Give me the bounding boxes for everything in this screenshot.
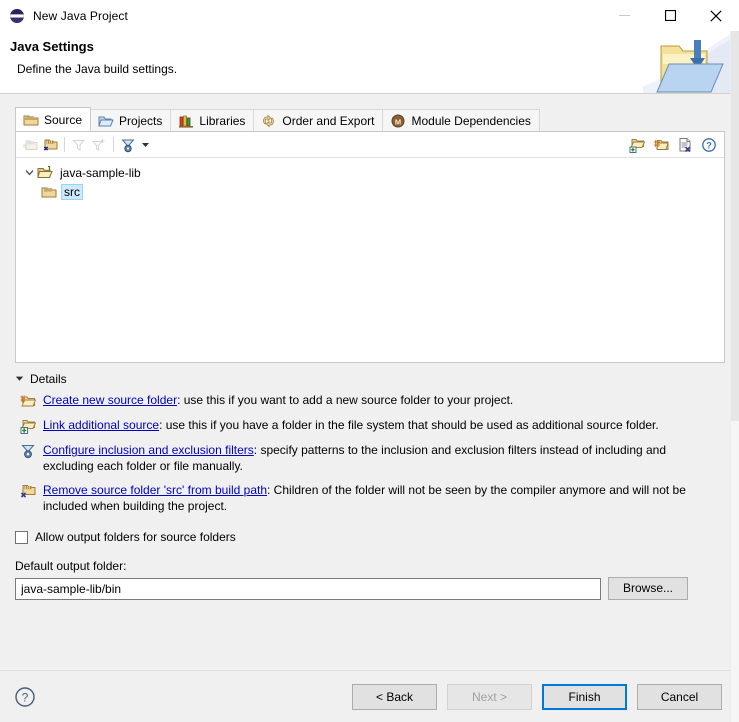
- toolbar-separator: [113, 137, 114, 152]
- remove-source-folder-icon: [20, 483, 36, 499]
- add-source-folder-icon[interactable]: [20, 135, 40, 155]
- configure-filters-icon[interactable]: [118, 135, 138, 155]
- default-output-folder-input[interactable]: [15, 577, 601, 600]
- tab-label: Projects: [119, 113, 163, 128]
- remove-source-folder-icon[interactable]: [40, 135, 60, 155]
- title-bar: New Java Project: [0, 0, 739, 31]
- folder-banner-icon: [643, 31, 739, 93]
- triangle-down-icon[interactable]: [15, 372, 24, 386]
- tree-node-label: src: [61, 183, 83, 200]
- help-icon[interactable]: ?: [699, 135, 719, 155]
- detail-configure-filters[interactable]: Configure inclusion and exclusion filter…: [20, 442, 729, 474]
- minimize-icon[interactable]: [601, 0, 647, 31]
- default-output-folder-row: Browse...: [15, 577, 729, 600]
- svg-text:M: M: [395, 117, 401, 126]
- project-folder-icon: [37, 165, 53, 181]
- tab-label: Source: [44, 112, 83, 127]
- tab-module-dependencies[interactable]: M Module Dependencies: [382, 109, 540, 131]
- browse-button[interactable]: Browse...: [608, 577, 688, 600]
- allow-output-folders-row[interactable]: Allow output folders for source folders: [15, 530, 729, 544]
- window-title: New Java Project: [33, 8, 128, 23]
- details-list: Create new source folder: use this if yo…: [20, 392, 729, 514]
- svg-text:?: ?: [706, 140, 712, 150]
- filter-icon[interactable]: [69, 135, 89, 155]
- tab-source[interactable]: Source: [15, 107, 92, 131]
- projects-folder-icon: [98, 113, 114, 129]
- tab-order-and-export[interactable]: Order and Export: [253, 109, 384, 131]
- tree-toolbar: ?: [16, 132, 724, 158]
- window-controls: [601, 0, 739, 31]
- chevron-down-icon[interactable]: [22, 165, 37, 181]
- details-label: Details: [30, 372, 67, 386]
- dialog-footer: ? < Back Next > Finish Cancel: [0, 671, 739, 722]
- eclipse-icon: [9, 8, 25, 24]
- detail-desc: : use this if you want to add a new sour…: [177, 393, 514, 407]
- create-source-folder-icon: [20, 393, 37, 409]
- new-java-project-dialog: New Java Project Java Settings Define th…: [0, 0, 739, 722]
- source-folders-tree[interactable]: java-sample-lib src: [16, 158, 724, 362]
- detail-create-new-source-folder[interactable]: Create new source folder: use this if yo…: [20, 392, 729, 409]
- detail-desc: : use this if you have a folder in the f…: [159, 418, 659, 432]
- next-button: Next >: [447, 683, 532, 710]
- allow-output-folders-checkbox[interactable]: [15, 530, 28, 544]
- tab-label: Module Dependencies: [411, 113, 531, 128]
- tab-label: Libraries: [199, 113, 246, 128]
- page-header: Java Settings Define the Java build sett…: [0, 31, 739, 94]
- add-filter-icon[interactable]: [89, 135, 109, 155]
- tab-projects[interactable]: Projects: [90, 109, 172, 131]
- details-section-header[interactable]: Details: [15, 372, 729, 386]
- finish-button[interactable]: Finish: [542, 683, 627, 710]
- dialog-content: Source Projects Libraries Order and Expo…: [0, 94, 739, 670]
- toolbar-dropdown-arrow-icon[interactable]: [138, 135, 152, 155]
- settings-tabs: Source Projects Libraries Order and Expo…: [15, 107, 729, 131]
- footer-buttons: < Back Next > Finish Cancel: [352, 683, 722, 710]
- tab-label: Order and Export: [282, 113, 375, 128]
- remove-source-folder-link[interactable]: Remove source folder 'src' from build pa…: [43, 483, 267, 497]
- maximize-icon[interactable]: [647, 0, 693, 31]
- scrollbar-thumb[interactable]: [731, 31, 739, 421]
- page-subtitle: Define the Java build settings.: [17, 62, 178, 76]
- source-folders-panel: ? java-sample-lib src: [15, 131, 725, 363]
- tree-row[interactable]: src: [22, 182, 724, 201]
- page-title: Java Settings: [10, 39, 94, 54]
- window-scrollbar[interactable]: [730, 31, 739, 722]
- source-folder-icon: [41, 184, 57, 200]
- configure-filters-link[interactable]: Configure inclusion and exclusion filter…: [43, 443, 254, 457]
- allow-output-folders-label: Allow output folders for source folders: [35, 530, 236, 544]
- detail-text: Link additional source: use this if you …: [43, 417, 659, 433]
- add-folder-icon[interactable]: [627, 135, 647, 155]
- tree-toolbar-right: ?: [627, 132, 719, 157]
- detail-link-additional-source[interactable]: Link additional source: use this if you …: [20, 417, 729, 434]
- svg-text:?: ?: [22, 690, 29, 704]
- detail-text: Create new source folder: use this if yo…: [43, 392, 513, 408]
- tree-row[interactable]: java-sample-lib: [22, 163, 724, 182]
- order-export-icon: [261, 113, 277, 129]
- help-circle-icon[interactable]: ?: [14, 686, 36, 708]
- cancel-button[interactable]: Cancel: [637, 683, 722, 710]
- link-source-icon[interactable]: [651, 135, 671, 155]
- tab-libraries[interactable]: Libraries: [170, 109, 255, 131]
- link-additional-source-link[interactable]: Link additional source: [43, 418, 159, 432]
- back-button[interactable]: < Back: [352, 683, 437, 710]
- remove-entry-icon[interactable]: [675, 135, 695, 155]
- close-icon[interactable]: [693, 0, 739, 31]
- toolbar-separator: [64, 137, 65, 152]
- detail-text: Remove source folder 'src' from build pa…: [43, 482, 715, 514]
- source-folder-icon: [23, 112, 39, 128]
- tree-node-label: java-sample-lib: [60, 165, 141, 180]
- detail-text: Configure inclusion and exclusion filter…: [43, 442, 715, 474]
- module-dependencies-icon: M: [390, 113, 406, 129]
- libraries-books-icon: [178, 113, 194, 129]
- link-additional-source-icon: [20, 418, 37, 434]
- detail-remove-source-folder[interactable]: Remove source folder 'src' from build pa…: [20, 482, 729, 514]
- default-output-folder-label: Default output folder:: [15, 559, 127, 573]
- create-new-source-folder-link[interactable]: Create new source folder: [43, 393, 177, 407]
- configure-filters-icon: [20, 443, 36, 459]
